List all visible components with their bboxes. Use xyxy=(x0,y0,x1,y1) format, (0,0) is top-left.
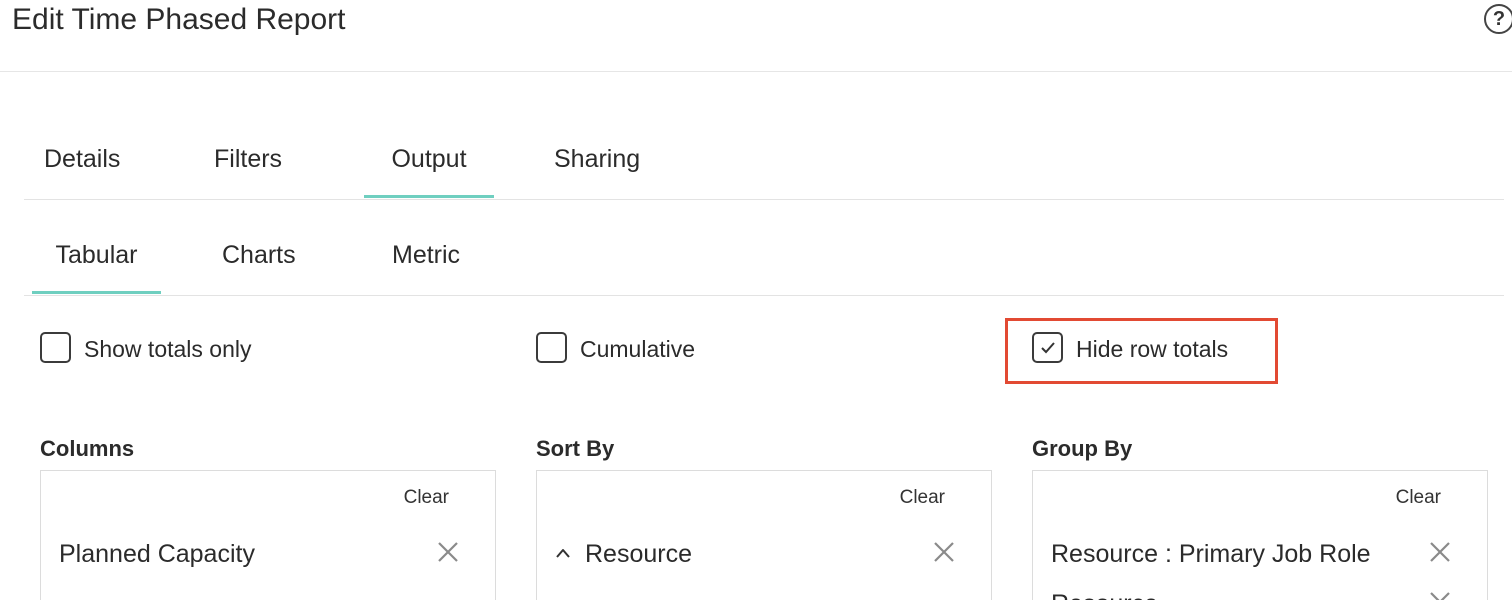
hide-row-totals-option[interactable]: Hide row totals xyxy=(1032,332,1262,372)
main-tabs: Details Filters Output Sharing xyxy=(24,128,1504,200)
close-icon[interactable] xyxy=(435,539,461,565)
cumulative-label: Cumulative xyxy=(580,336,696,362)
edit-report-page: Edit Time Phased Report ? Details Filter… xyxy=(0,0,1512,600)
tab-output[interactable]: Output xyxy=(364,128,494,198)
columns-clear-link[interactable]: Clear xyxy=(404,485,449,511)
list-item: Resource xyxy=(537,533,993,577)
subtab-tabular[interactable]: Tabular xyxy=(32,224,161,294)
hide-row-totals-checkbox[interactable] xyxy=(1032,332,1063,363)
sort-by-heading: Sort By xyxy=(536,436,615,461)
column-item-label: Planned Capacity xyxy=(59,540,255,568)
show-totals-only-checkbox[interactable] xyxy=(40,332,71,363)
sort-item-label: Resource xyxy=(585,540,692,568)
group-by-panel: Clear Resource : Primary Job Role Resour… xyxy=(1032,470,1488,600)
sort-ascending-icon[interactable] xyxy=(555,546,571,560)
list-item: Resource : Primary Job Role xyxy=(1033,533,1489,577)
output-subtabs: Tabular Charts Metric xyxy=(24,224,1504,296)
columns-heading: Columns xyxy=(40,436,135,461)
close-icon[interactable] xyxy=(1427,589,1453,600)
sort-by-clear-link[interactable]: Clear xyxy=(900,485,945,511)
cumulative-checkbox[interactable] xyxy=(536,332,567,363)
cumulative-option[interactable]: Cumulative xyxy=(536,332,736,372)
tab-details[interactable]: Details xyxy=(44,128,120,198)
subtab-metric[interactable]: Metric xyxy=(392,224,460,294)
page-header: Edit Time Phased Report ? xyxy=(0,0,1512,72)
show-totals-only-option[interactable]: Show totals only xyxy=(40,332,300,372)
tab-filters[interactable]: Filters xyxy=(214,128,282,198)
help-circle-icon[interactable]: ? xyxy=(1484,4,1512,34)
subtab-charts[interactable]: Charts xyxy=(222,224,296,294)
close-icon[interactable] xyxy=(931,539,957,565)
group-by-heading: Group By xyxy=(1032,436,1133,461)
show-totals-only-label: Show totals only xyxy=(84,336,252,362)
sort-by-panel: Clear Resource xyxy=(536,470,992,600)
group-item-label: Resource xyxy=(1051,587,1158,600)
columns-panel: Clear Planned Capacity xyxy=(40,470,496,600)
list-item: Planned Capacity xyxy=(41,533,497,577)
list-item: Resource xyxy=(1033,583,1489,600)
group-by-clear-link[interactable]: Clear xyxy=(1396,485,1441,511)
tab-sharing[interactable]: Sharing xyxy=(554,128,640,198)
checkmark-icon xyxy=(1041,342,1055,354)
page-title: Edit Time Phased Report xyxy=(12,3,346,36)
group-item-label: Resource : Primary Job Role xyxy=(1051,540,1371,568)
hide-row-totals-label: Hide row totals xyxy=(1076,336,1229,362)
close-icon[interactable] xyxy=(1427,539,1453,565)
